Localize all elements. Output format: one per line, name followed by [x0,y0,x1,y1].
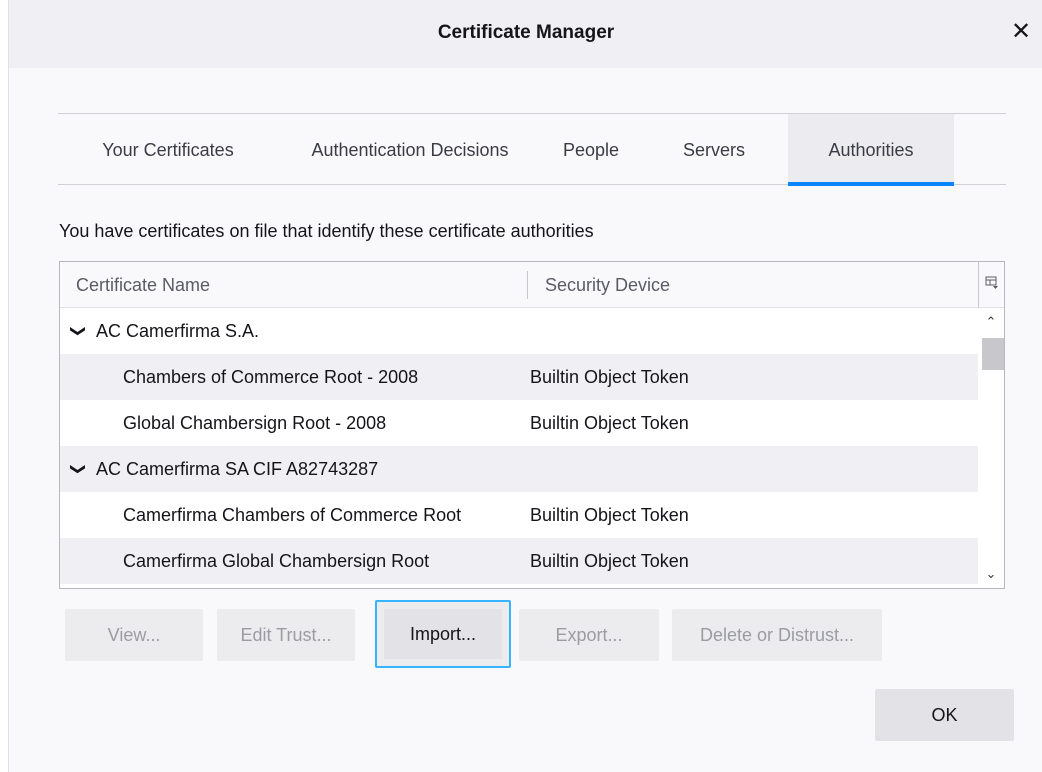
tree-row[interactable]: Camerfirma Global Chambersign Root Built… [60,538,978,584]
tab-bar: Your Certificates Authentication Decisio… [58,113,1006,186]
tab-your-certificates[interactable]: Your Certificates [58,114,278,185]
security-device: Builtin Object Token [530,367,689,387]
certificate-manager-dialog: Certificate Manager ✕ Your Certificates … [8,0,1042,772]
tree-row[interactable]: Global Chambersign Root - 2008 Builtin O… [60,400,978,446]
chevron-down-icon[interactable]: ❯ [60,325,100,338]
tab-servers[interactable]: Servers [640,114,788,185]
certificate-name: Global Chambersign Root - 2008 [123,413,387,433]
column-picker-icon[interactable] [978,262,1004,308]
certificate-name: AC Camerfirma SA CIF A82743287 [96,459,379,479]
edit-trust-button[interactable]: Edit Trust... [217,609,355,661]
scrollbar-thumb[interactable] [982,338,1004,370]
security-device: Builtin Object Token [530,505,689,525]
column-header-certificate-name[interactable]: Certificate Name [76,262,210,308]
scroll-up-icon[interactable]: ⌃ [978,312,1004,332]
tab-authentication-decisions[interactable]: Authentication Decisions [278,114,542,185]
column-picker-icon-glyph [985,276,998,289]
tab-authorities[interactable]: Authorities [788,114,954,186]
tree-header: Certificate Name Security Device [60,262,1004,308]
certificate-tree[interactable]: Certificate Name Security Device ❯ AC Ca… [59,261,1005,589]
vertical-scrollbar[interactable]: ⌃ ⌄ [978,308,1004,588]
certificate-name: Camerfirma Global Chambersign Root [123,551,430,571]
chevron-down-icon[interactable]: ❯ [60,463,100,476]
tree-row[interactable]: Chambers of Commerce Root - 2008 Builtin… [60,354,978,400]
column-splitter[interactable] [527,271,528,299]
certificate-name: Camerfirma Chambers of Commerce Root [123,505,462,525]
tree-row[interactable]: Camerfirma Chambers of Commerce Root Bui… [60,492,978,538]
description-text: You have certificates on file that ident… [59,221,594,241]
certificate-name: AC Camerfirma S.A. [96,321,260,341]
import-button-label: Import... [384,609,502,659]
view-button[interactable]: View... [65,609,203,661]
certificate-name: Chambers of Commerce Root - 2008 [123,367,419,387]
ok-button[interactable]: OK [875,689,1014,741]
import-button[interactable]: Import... [375,600,511,668]
delete-or-distrust-button[interactable]: Delete or Distrust... [672,609,882,661]
title-bar: Certificate Manager ✕ [9,0,1042,68]
tree-rows: ❯ AC Camerfirma S.A. Chambers of Commerc… [60,308,978,584]
security-device: Builtin Object Token [530,551,689,571]
close-icon[interactable]: ✕ [1007,18,1035,46]
security-device: Builtin Object Token [530,413,689,433]
tree-row-parent[interactable]: ❯ AC Camerfirma SA CIF A82743287 [60,446,978,492]
scroll-down-icon[interactable]: ⌄ [978,564,1004,584]
tab-people[interactable]: People [542,114,640,185]
export-button[interactable]: Export... [519,609,659,661]
column-header-security-device[interactable]: Security Device [545,262,670,308]
tree-row-parent[interactable]: ❯ AC Camerfirma S.A. [60,308,978,354]
dialog-title: Certificate Manager [437,22,615,43]
